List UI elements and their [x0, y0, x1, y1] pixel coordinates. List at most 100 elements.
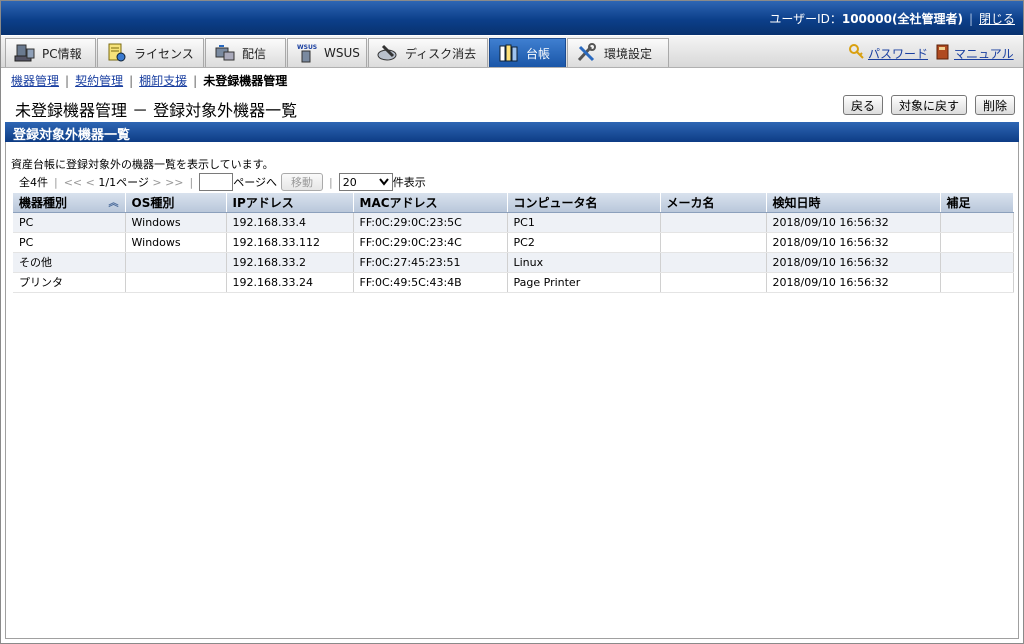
delivery-icon [214, 43, 236, 63]
column-header-detected-at[interactable]: 検知日時 [766, 193, 941, 213]
wsus-icon: WSUS [296, 43, 318, 63]
tab-label: 環境設定 [604, 46, 653, 61]
tab-disk-erase[interactable]: ディスク消去 [368, 38, 488, 67]
svg-text:WSUS: WSUS [297, 44, 317, 51]
pager: 全4件 | << < 1/1ページ > >> | ページへ 移動 | 20 件表… [19, 173, 426, 191]
manual-link[interactable]: マニュアル [954, 45, 1014, 62]
breadcrumb: 機器管理 | 契約管理 | 棚卸支援 | 未登録機器管理 [11, 72, 287, 89]
cell-mac-address: FF:0C:29:0C:23:5C [353, 212, 508, 233]
prev-page-link[interactable]: < [86, 176, 95, 189]
pager-divider: | [54, 175, 58, 189]
column-header-mac-address[interactable]: MACアドレス [353, 193, 508, 213]
pager-divider: | [329, 175, 333, 189]
page-suffix: ページへ [233, 176, 278, 189]
close-link[interactable]: 閉じる [979, 12, 1015, 26]
tab-label: ライセンス [134, 46, 194, 61]
license-icon [106, 43, 128, 63]
column-header-computer-name[interactable]: コンピュータ名 [507, 193, 661, 213]
breadcrumb-separator: | [193, 74, 198, 88]
breadcrumb-device-management[interactable]: 機器管理 [11, 74, 59, 88]
tab-label: PC情報 [42, 46, 82, 61]
next-page-link[interactable]: > [152, 176, 161, 189]
last-page-link[interactable]: >> [165, 176, 183, 189]
column-label: 機器種別 [19, 195, 68, 210]
pc-icon [14, 43, 36, 63]
total-count: 全4件 [19, 176, 48, 189]
breadcrumb-contract-management[interactable]: 契約管理 [75, 74, 123, 88]
column-header-note[interactable]: 補足 [940, 193, 1014, 213]
cell-os-type: Windows [125, 232, 227, 253]
table-row[interactable]: プリンタ 192.168.33.24 FF:0C:49:5C:43:4B Pag… [13, 272, 1014, 293]
user-info: ユーザーID：100000(全社管理者) | 閉じる [769, 10, 1015, 27]
column-header-os-type[interactable]: OS種別 [125, 193, 227, 213]
tab-delivery[interactable]: 配信 [205, 38, 286, 67]
cell-device-type: その他 [13, 252, 126, 273]
breadcrumb-separator: | [129, 74, 134, 88]
cell-maker [660, 252, 767, 273]
breadcrumb-separator: | [65, 74, 70, 88]
header-divider: | [968, 12, 973, 26]
per-page-select[interactable]: 20 [338, 173, 393, 191]
column-header-device-type[interactable]: 機器種別 ︽ [13, 193, 126, 213]
cell-mac-address: FF:0C:29:0C:23:4C [353, 232, 508, 253]
page-title: 未登録機器管理 － 登録対象外機器一覧 [15, 101, 298, 120]
restore-button[interactable]: 対象に戻す [890, 95, 967, 115]
cell-note [940, 232, 1014, 253]
user-label: ユーザーID： [769, 12, 842, 26]
back-button[interactable]: 戻る [842, 95, 883, 115]
cell-device-type: プリンタ [13, 272, 126, 293]
cell-maker [660, 232, 767, 253]
cell-maker [660, 272, 767, 293]
delete-button[interactable]: 削除 [974, 95, 1015, 115]
tools-icon [576, 43, 598, 63]
per-page-value: 20 [342, 175, 357, 189]
cell-os-type [125, 252, 227, 273]
table-row[interactable]: PC Windows 192.168.33.112 FF:0C:29:0C:23… [13, 232, 1014, 253]
table-row[interactable]: その他 192.168.33.2 FF:0C:27:45:23:51 Linux… [13, 252, 1014, 273]
column-header-maker[interactable]: メーカ名 [660, 193, 767, 213]
tab-license[interactable]: ライセンス [97, 38, 204, 67]
cell-detected-at: 2018/09/10 16:56:32 [766, 272, 941, 293]
sort-ascending-icon: ︽ [108, 197, 119, 209]
breadcrumb-current: 未登録機器管理 [203, 74, 288, 88]
app-window: ユーザーID：100000(全社管理者) | 閉じる PC情報 ライセンス 配信 W… [0, 0, 1024, 644]
password-link[interactable]: パスワード [868, 45, 928, 62]
cell-ip-address: 192.168.33.2 [226, 252, 354, 273]
cell-device-type: PC [13, 232, 126, 253]
cell-detected-at: 2018/09/10 16:56:32 [766, 212, 941, 233]
cell-ip-address: 192.168.33.24 [226, 272, 354, 293]
tab-label: WSUS [324, 46, 360, 60]
first-page-link[interactable]: << [64, 176, 82, 189]
chevron-down-icon [378, 176, 389, 189]
page-info: 1/1ページ [98, 176, 149, 189]
tab-settings[interactable]: 環境設定 [567, 38, 669, 67]
description-text: 資産台帳に登録対象外の機器一覧を表示しています。 [11, 158, 274, 171]
cell-device-type: PC [13, 212, 126, 233]
cell-maker [660, 212, 767, 233]
table-row[interactable]: PC Windows 192.168.33.4 FF:0C:29:0C:23:5… [13, 212, 1014, 233]
cell-computer-name: Linux [507, 252, 661, 273]
key-icon [849, 44, 865, 63]
disk-erase-icon [377, 43, 399, 63]
cell-os-type: Windows [125, 212, 227, 233]
per-page-suffix: 件表示 [392, 176, 426, 189]
breadcrumb-inventory-support[interactable]: 棚卸支援 [139, 74, 187, 88]
tab-wsus[interactable]: WSUS WSUS [287, 38, 367, 67]
cell-computer-name: PC1 [507, 212, 661, 233]
password-area: パスワード [849, 44, 928, 63]
table-header-row: 機器種別 ︽ OS種別 IPアドレス MACアドレス コンピュータ名 メーカ名 検… [13, 193, 1014, 213]
pager-divider: | [189, 175, 194, 189]
tab-label: 台帳 [526, 46, 551, 61]
page-number-input[interactable] [199, 173, 234, 191]
column-header-ip-address[interactable]: IPアドレス [226, 193, 354, 213]
move-button[interactable]: 移動 [281, 173, 324, 191]
tab-pc-info[interactable]: PC情報 [5, 38, 96, 67]
cell-detected-at: 2018/09/10 16:56:32 [766, 232, 941, 253]
tab-label: 配信 [242, 46, 267, 61]
cell-detected-at: 2018/09/10 16:56:32 [766, 252, 941, 273]
book-icon [936, 44, 950, 63]
cell-mac-address: FF:0C:49:5C:43:4B [353, 272, 508, 293]
ledger-icon [498, 43, 520, 63]
cell-ip-address: 192.168.33.4 [226, 212, 354, 233]
tab-ledger[interactable]: 台帳 [489, 38, 566, 67]
